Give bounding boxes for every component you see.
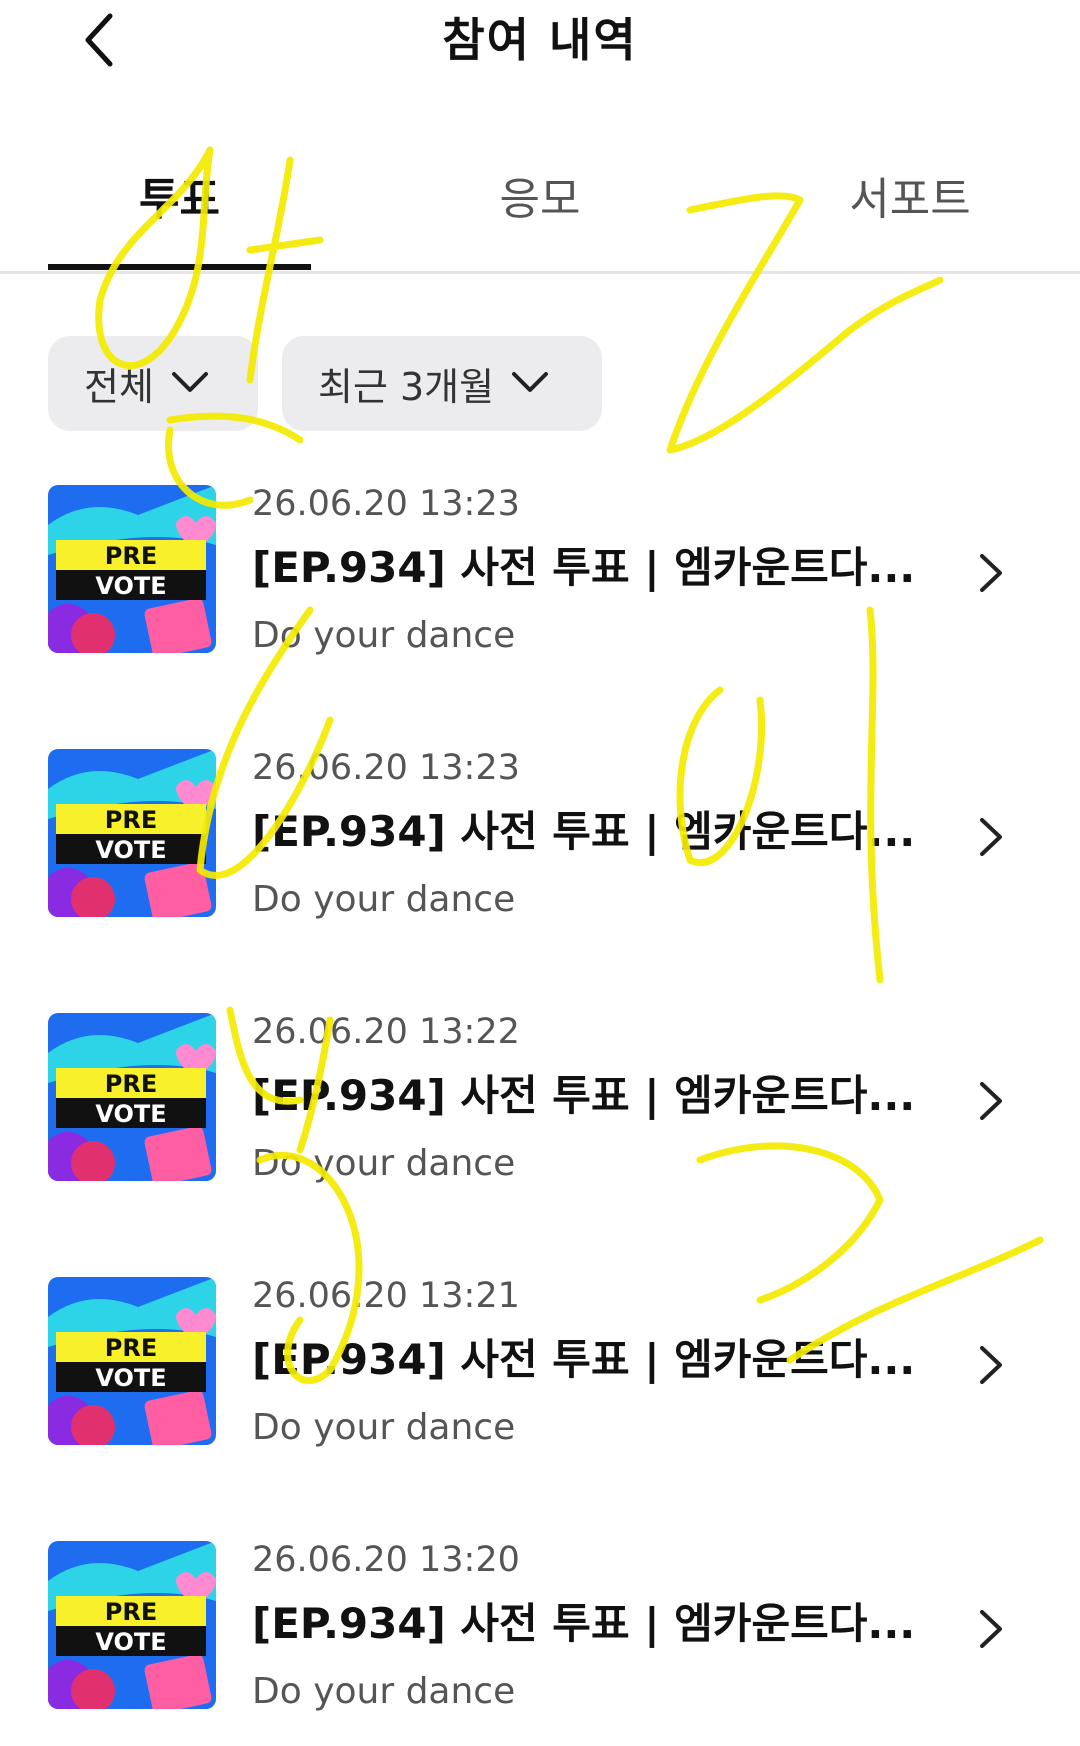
- item-subtitle: Do your dance: [252, 1407, 516, 1448]
- list-item[interactable]: PRE VOTE 26.06.20 13:23 [EP.934] 사전 투표 |…: [0, 460, 1080, 690]
- pre-vote-thumbnail: PRE VOTE: [48, 485, 216, 653]
- tab-label: 응모: [499, 174, 581, 225]
- filter-all-dropdown[interactable]: 전체: [48, 336, 258, 431]
- list-item[interactable]: PRE VOTE 26.06.20 13:21 [EP.934] 사전 투표 |…: [0, 1252, 1080, 1482]
- thumb-top-text: PRE: [105, 1598, 157, 1626]
- tab-entry[interactable]: 응모: [420, 160, 660, 272]
- list-item[interactable]: PRE VOTE 26.06.20 13:22 [EP.934] 사전 투표 |…: [0, 988, 1080, 1218]
- chevron-right-icon: [970, 1604, 1010, 1654]
- item-title: [EP.934] 사전 투표 | 엠카운트다...: [252, 543, 916, 592]
- item-subtitle: Do your dance: [252, 615, 516, 656]
- tab-vote[interactable]: 투표: [48, 160, 311, 272]
- thumb-top-text: PRE: [105, 806, 157, 834]
- chevron-right-icon: [970, 1076, 1010, 1126]
- chevron-down-icon: [510, 369, 550, 399]
- list-item[interactable]: PRE VOTE 26.06.20 13:23 [EP.934] 사전 투표 |…: [0, 724, 1080, 954]
- tab-label: 투표: [139, 174, 220, 225]
- page-title: 참여 내역: [442, 13, 638, 67]
- active-tab-indicator: [48, 264, 311, 270]
- pre-vote-thumbnail: PRE VOTE: [48, 1277, 216, 1445]
- chevron-right-icon: [970, 548, 1010, 598]
- thumb-bottom-text: VOTE: [95, 1628, 166, 1656]
- pre-vote-thumbnail: PRE VOTE: [48, 1541, 216, 1709]
- item-subtitle: Do your dance: [252, 1671, 516, 1712]
- thumb-bottom-text: VOTE: [95, 1364, 166, 1392]
- item-title: [EP.934] 사전 투표 | 엠카운트다...: [252, 1335, 916, 1384]
- chevron-down-icon: [170, 369, 210, 399]
- list-item[interactable]: PRE VOTE 26.06.20 13:20 [EP.934] 사전 투표 |…: [0, 1516, 1080, 1746]
- item-title: [EP.934] 사전 투표 | 엠카운트다...: [252, 1071, 916, 1120]
- tab-bar: 투표 응모 서포트: [0, 160, 1080, 272]
- item-date: 26.06.20 13:20: [252, 1540, 520, 1580]
- thumb-top-text: PRE: [105, 1334, 157, 1362]
- thumb-bottom-text: VOTE: [95, 836, 166, 864]
- item-title: [EP.934] 사전 투표 | 엠카운트다...: [252, 807, 916, 856]
- pre-vote-thumbnail: PRE VOTE: [48, 749, 216, 917]
- item-subtitle: Do your dance: [252, 1143, 516, 1184]
- thumb-bottom-text: VOTE: [95, 1100, 166, 1128]
- filter-label: 최근 3개월: [318, 365, 495, 409]
- filter-label: 전체: [84, 365, 154, 409]
- item-date: 26.06.20 13:23: [252, 484, 520, 524]
- filter-period-dropdown[interactable]: 최근 3개월: [282, 336, 602, 431]
- item-date: 26.06.20 13:21: [252, 1276, 520, 1316]
- thumb-top-text: PRE: [105, 542, 157, 570]
- item-date: 26.06.20 13:22: [252, 1012, 520, 1052]
- item-title: [EP.934] 사전 투표 | 엠카운트다...: [252, 1599, 916, 1648]
- tabs-divider: [0, 271, 1080, 274]
- item-date: 26.06.20 13:23: [252, 748, 520, 788]
- thumb-top-text: PRE: [105, 1070, 157, 1098]
- tab-label: 서포트: [849, 174, 971, 225]
- thumb-bottom-text: VOTE: [95, 572, 166, 600]
- chevron-right-icon: [970, 1340, 1010, 1390]
- app-header: 참여 내역: [0, 0, 1080, 90]
- tab-support[interactable]: 서포트: [780, 160, 1040, 272]
- pre-vote-thumbnail: PRE VOTE: [48, 1013, 216, 1181]
- item-subtitle: Do your dance: [252, 879, 516, 920]
- chevron-right-icon: [970, 812, 1010, 862]
